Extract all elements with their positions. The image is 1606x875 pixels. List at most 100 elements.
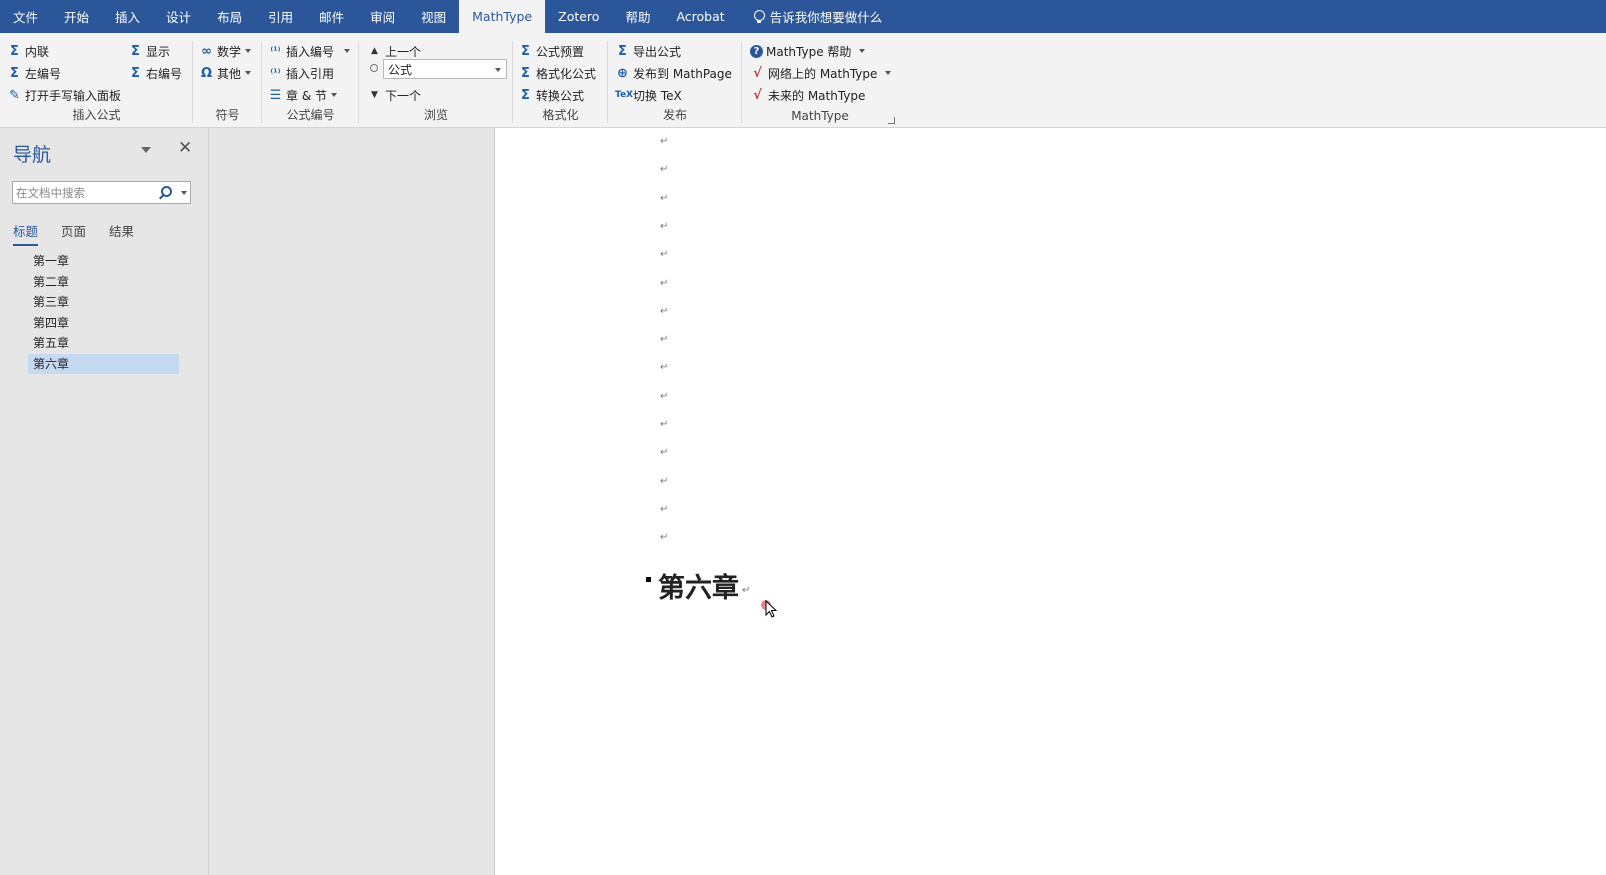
tab-results[interactable]: 结果	[109, 221, 134, 246]
heading-bullet-icon	[646, 577, 651, 582]
mathtype-ribbon: Σ 内联 Σ 显示 Σ 左编号 Σ 右编号 ✎ 打开手写输入面板 插入公式 ∞ 数学 Ω 其他…	[0, 33, 1606, 128]
group-publish: Σ 导出公式 ⊕ 发布到 MathPage TeX 切换 TeX 发布	[608, 37, 742, 127]
group-label: 浏览	[423, 108, 448, 122]
lightbulb-icon	[752, 9, 766, 24]
next-button[interactable]: ▼ 下一个	[367, 85, 421, 105]
document-page[interactable]: ↵ ↵ ↵ ↵ ↵ ↵ ↵ ↵ ↵ ↵ ↵ ↵ ↵ ↵ ↵ 第六章 ↵	[494, 128, 1606, 875]
pen-icon: ✎	[9, 87, 20, 103]
tab-mailings[interactable]: 邮件	[306, 0, 357, 33]
chapter-heading[interactable]: 第六章 ↵	[646, 566, 750, 605]
nav-title: 导航	[13, 144, 52, 166]
nav-search-box	[12, 181, 191, 204]
preset-button[interactable]: Σ 公式预置	[518, 41, 584, 61]
globe-icon: ⊕	[617, 65, 628, 81]
paragraph-mark: ↵	[742, 585, 751, 596]
dropdown-icon	[245, 49, 252, 53]
paragraph-mark: ↵	[660, 164, 669, 176]
document-margin	[210, 128, 494, 875]
tab-layout[interactable]: 布局	[204, 0, 255, 33]
dropdown-icon	[859, 49, 866, 53]
insert-number-button[interactable]: ⁽¹⁾ 插入编号	[268, 41, 351, 61]
nav-tabs: 标题 页面 结果	[13, 221, 157, 246]
search-input[interactable]	[13, 182, 153, 203]
navigation-pane: 导航 ✕ 标题 页面 结果 第一章 第二章 第三章 第四章 第五章 第六章	[0, 128, 209, 875]
group-insert-equation: Σ 内联 Σ 显示 Σ 左编号 Σ 右编号 ✎ 打开手写输入面板 插入公式	[0, 37, 193, 127]
equation-preset-icon: Σ	[521, 43, 530, 59]
tab-view[interactable]: 视图	[408, 0, 459, 33]
dropdown-icon	[885, 71, 892, 75]
other-symbols-button[interactable]: Ω 其他	[199, 63, 252, 83]
heading-item[interactable]: 第四章	[28, 313, 179, 334]
dropdown-icon	[344, 49, 351, 53]
tell-me-search[interactable]: 告诉我你想要做什么	[738, 0, 896, 33]
mathtype-online-button[interactable]: √ 网络上的 MathType	[750, 63, 892, 83]
paragraph-mark: ↵	[660, 475, 669, 487]
export-equation-button[interactable]: Σ 导出公式	[615, 41, 681, 61]
paragraph-mark: ↵	[660, 192, 669, 204]
search-icon[interactable]	[161, 186, 172, 197]
mathtype-help-button[interactable]: ? MathType 帮助	[750, 41, 866, 61]
tab-file[interactable]: 文件	[0, 0, 51, 33]
heading-text: 第六章	[658, 573, 739, 604]
right-number-button[interactable]: Σ 右编号	[128, 63, 182, 83]
chevron-down-icon[interactable]	[141, 147, 151, 153]
dialog-launcher-icon[interactable]	[888, 117, 895, 124]
future-mathtype-button[interactable]: √ 未来的 MathType	[750, 85, 865, 105]
chevron-down-icon[interactable]	[181, 191, 187, 195]
toggle-tex-button[interactable]: TeX 切换 TeX	[615, 85, 682, 105]
paragraph-mark: ↵	[660, 503, 669, 515]
tab-acrobat[interactable]: Acrobat	[663, 0, 737, 33]
tab-help[interactable]: 帮助	[612, 0, 663, 33]
math-symbols-button[interactable]: ∞ 数学	[199, 41, 252, 61]
tab-design[interactable]: 设计	[153, 0, 204, 33]
previous-button[interactable]: ▲ 上一个	[367, 41, 421, 61]
paragraph-mark: ↵	[660, 249, 669, 261]
tab-insert[interactable]: 插入	[102, 0, 153, 33]
group-label: MathType	[791, 109, 849, 123]
heading-item-selected[interactable]: 第六章	[28, 353, 179, 374]
paragraph-mark: ↵	[660, 362, 669, 374]
sigma-icon: Σ	[10, 43, 19, 59]
heading-list: 第一章 第二章 第三章 第四章 第五章 第六章	[28, 251, 179, 374]
group-label: 公式编号	[286, 108, 335, 122]
heading-item[interactable]: 第一章	[28, 251, 179, 272]
tab-mathtype[interactable]: MathType	[459, 0, 546, 33]
arrow-down-icon: ▼	[371, 90, 378, 100]
export-icon: Σ	[618, 43, 627, 59]
arrow-up-icon: ▲	[371, 46, 378, 56]
paragraph-mark: ↵	[660, 277, 669, 289]
heading-item[interactable]: 第二章	[28, 272, 179, 293]
mathtype-web-icon: √	[753, 65, 762, 81]
chevron-down-icon	[495, 68, 501, 72]
group-mathtype: ? MathType 帮助 √ 网络上的 MathType √ 未来的 MathTyp…	[742, 37, 898, 127]
inline-button[interactable]: Σ 内联	[7, 41, 49, 61]
paragraph-mark: ↵	[660, 136, 669, 147]
ribbon-tab-bar: 文件 开始 插入 设计 布局 引用 邮件 审阅 视图 MathType Zote…	[0, 0, 1606, 33]
tab-pages[interactable]: 页面	[61, 221, 86, 246]
format-equation-button[interactable]: Σ 格式化公式	[518, 63, 596, 83]
convert-equation-button[interactable]: Σ 转换公式	[518, 85, 584, 105]
group-equation-numbers: ⁽¹⁾ 插入编号 ⁽¹⁾ 插入引用 ☰ 章 & 节 公式编号	[262, 37, 359, 127]
group-label: 发布	[662, 108, 687, 122]
display-button[interactable]: Σ 显示	[128, 41, 170, 61]
mathtype-future-icon: √	[753, 87, 762, 103]
chapter-section-button[interactable]: ☰ 章 & 节	[268, 85, 337, 105]
insert-reference-button[interactable]: ⁽¹⁾ 插入引用	[268, 63, 334, 83]
tab-review[interactable]: 审阅	[357, 0, 408, 33]
tab-headings[interactable]: 标题	[13, 221, 39, 246]
group-browse: ▲ 上一个 公式 ▼ 下一个 浏览	[359, 37, 513, 127]
paragraph-mark: ↵	[660, 419, 669, 430]
omega-icon: Ω	[200, 65, 213, 81]
handwriting-panel-button[interactable]: ✎ 打开手写输入面板	[7, 85, 121, 105]
left-number-button[interactable]: Σ 左编号	[7, 63, 61, 83]
number-icon: ⁽¹⁾	[270, 45, 281, 57]
publish-mathpage-button[interactable]: ⊕ 发布到 MathPage	[615, 63, 732, 83]
browse-type-select[interactable]: 公式	[383, 59, 507, 79]
close-icon[interactable]: ✕	[178, 138, 192, 158]
tab-references[interactable]: 引用	[255, 0, 306, 33]
heading-item[interactable]: 第三章	[28, 292, 179, 313]
heading-item[interactable]: 第五章	[28, 333, 179, 354]
format-equation-icon: Σ	[521, 65, 530, 81]
tab-zotero[interactable]: Zotero	[545, 0, 612, 33]
tab-home[interactable]: 开始	[51, 0, 102, 33]
